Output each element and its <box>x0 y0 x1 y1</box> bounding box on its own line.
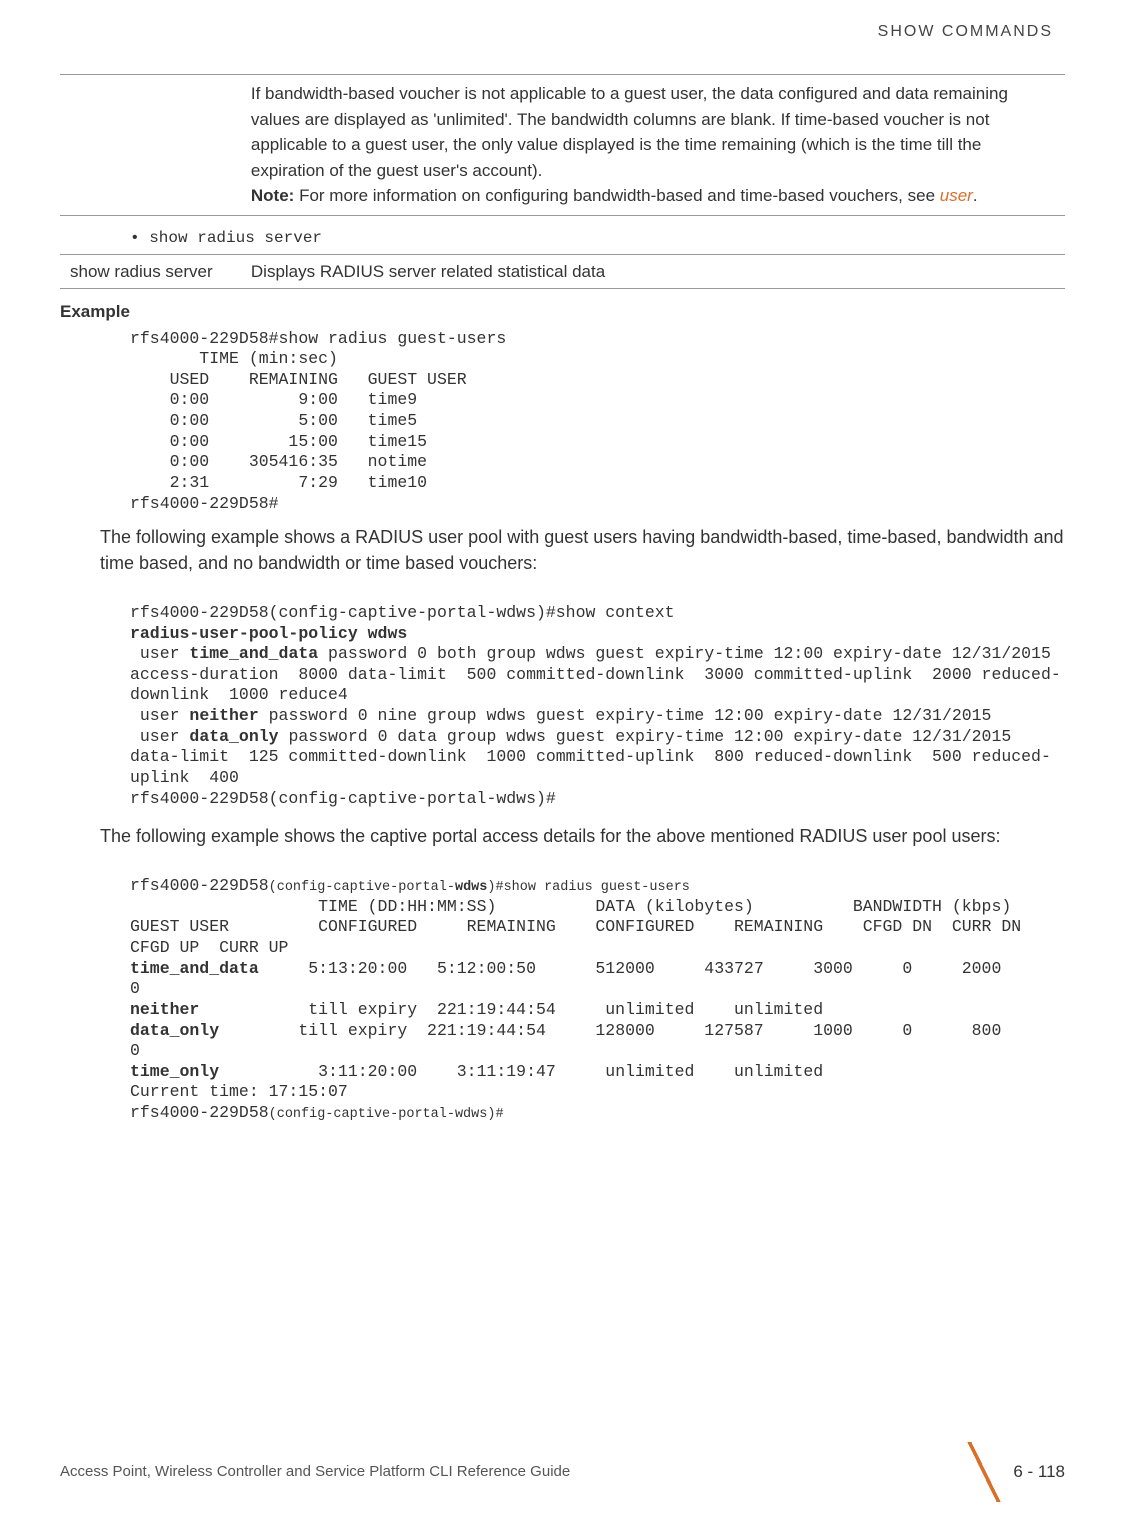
b2-u3a: user <box>130 727 189 746</box>
example-heading: Example <box>60 299 1065 325</box>
b2-u1a: user <box>130 644 189 663</box>
b3-row-timeonly-b: 3:11:20:00 3:11:19:47 unlimited unlimite… <box>219 1062 823 1081</box>
b2-u2a: user <box>130 706 189 725</box>
b3-time: Current time: 17:15:07 <box>130 1082 348 1101</box>
b3-header2: GUEST USER CONFIGURED REMAINING CONFIGUR… <box>130 917 1041 957</box>
footer-right: 6 - 118 <box>965 1442 1065 1502</box>
radius-row-left: show radius server <box>60 254 241 289</box>
voucher-note-text-cell: If bandwidth-based voucher is not applic… <box>241 75 1065 216</box>
b3-tail-small: (config-captive-portal-wdws)# <box>269 1107 504 1122</box>
b3-small2: )#show radius guest-users <box>487 880 690 895</box>
bullet-show-radius-server: • show radius server <box>60 222 1065 254</box>
b2-u2c: password 0 nine group wdws guest expiry-… <box>259 706 992 725</box>
b3-prefix: rfs4000-229D58 <box>130 876 269 895</box>
b3-row-timeonly-a: time_only <box>130 1062 219 1081</box>
b3-row-neither-a: neither <box>130 1000 199 1019</box>
footer-page-number: 6 - 118 <box>1013 1459 1065 1485</box>
radius-server-table: show radius server Displays RADIUS serve… <box>60 254 1065 290</box>
radius-row-right: Displays RADIUS server related statistic… <box>241 254 1065 289</box>
example-block-1: rfs4000-229D58#show radius guest-users T… <box>130 329 1065 515</box>
b2-line2: radius-user-pool-policy wdws <box>130 624 407 643</box>
voucher-note-left-blank <box>60 75 241 216</box>
note-label: Note: <box>251 186 294 205</box>
note-link-user[interactable]: user <box>940 186 973 205</box>
b2-u3b: data_only <box>189 727 278 746</box>
voucher-note-paragraph: If bandwidth-based voucher is not applic… <box>251 81 1055 183</box>
voucher-note-line: Note: For more information on configurin… <box>251 183 1055 209</box>
b3-tail-prefix: rfs4000-229D58 <box>130 1103 269 1122</box>
b2-u2b: neither <box>189 706 258 725</box>
b3-small1: (config-captive-portal- <box>269 880 455 895</box>
footer-left-text: Access Point, Wireless Controller and Se… <box>60 1461 570 1484</box>
body-paragraph-1: The following example shows a RADIUS use… <box>100 524 1065 576</box>
page-header-title: SHOW COMMANDS <box>60 20 1065 44</box>
b3-row-tad-b: 5:13:20:00 5:12:00:50 512000 433727 3000… <box>130 959 1071 999</box>
b3-row-dataonly-b: till expiry 221:19:44:54 128000 127587 1… <box>130 1021 1081 1061</box>
body-paragraph-2: The following example shows the captive … <box>100 823 1065 849</box>
b2-line1: rfs4000-229D58(config-captive-portal-wdw… <box>130 603 675 622</box>
footer-slash-icon <box>965 1442 1003 1502</box>
example-block-3: rfs4000-229D58(config-captive-portal-wdw… <box>130 855 1065 1124</box>
b3-header1: TIME (DD:HH:MM:SS) DATA (kilobytes) BAND… <box>130 897 1011 916</box>
b2-tail: rfs4000-229D58(config-captive-portal-wdw… <box>130 789 556 808</box>
b3-row-dataonly-a: data_only <box>130 1021 219 1040</box>
b3-row-neither-b: till expiry 221:19:44:54 unlimited unlim… <box>199 1000 823 1019</box>
example-block-2: rfs4000-229D58(config-captive-portal-wdw… <box>130 582 1065 809</box>
b3-small-bold: wdws <box>455 880 487 895</box>
page-footer: Access Point, Wireless Controller and Se… <box>60 1442 1065 1502</box>
note-tail: . <box>973 186 978 205</box>
b3-row-tad-a: time_and_data <box>130 959 259 978</box>
voucher-note-table: If bandwidth-based voucher is not applic… <box>60 74 1065 216</box>
b2-u1b: time_and_data <box>189 644 318 663</box>
note-text: For more information on configuring band… <box>294 186 939 205</box>
